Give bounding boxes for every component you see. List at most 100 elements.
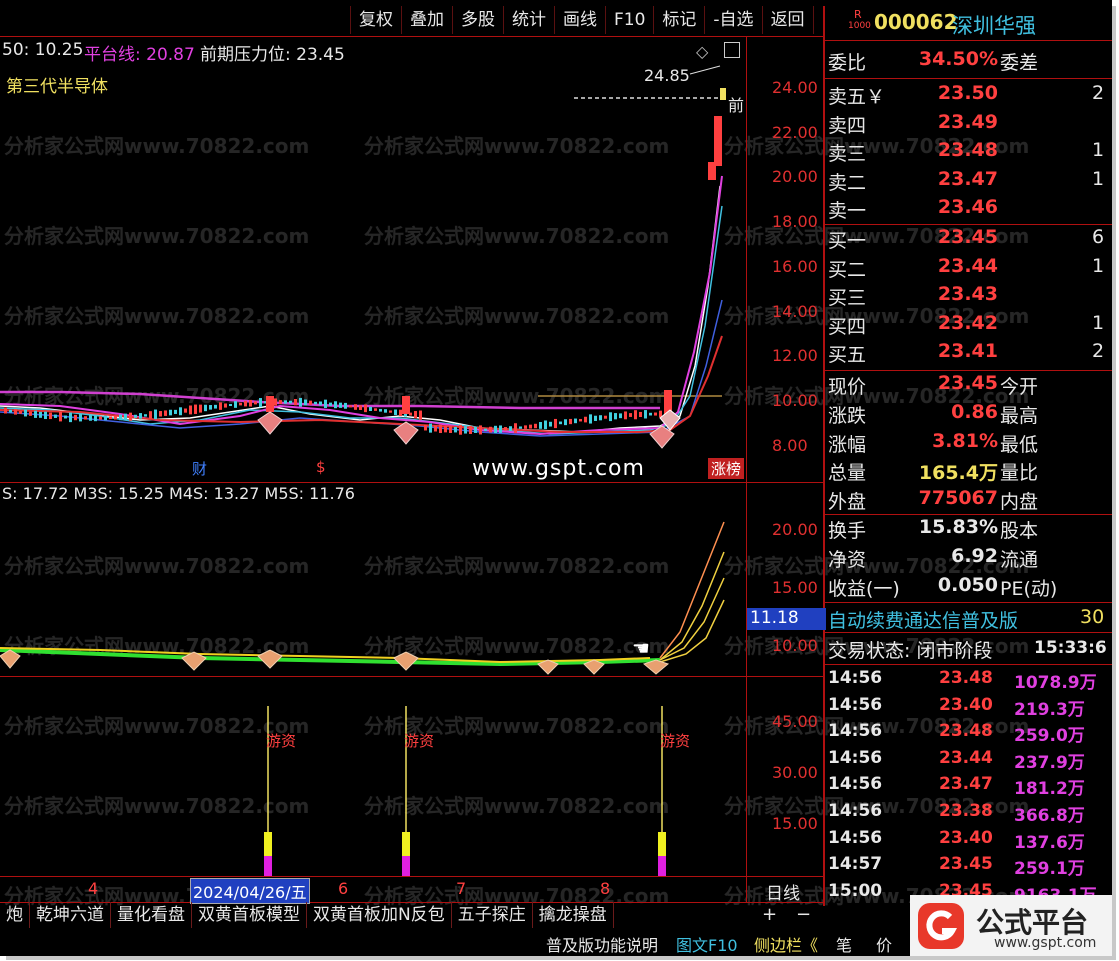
orderbook-row-sell[interactable]: 卖三 23.48 1 bbox=[824, 139, 1112, 167]
toolbar-f10-button[interactable]: F10 bbox=[606, 6, 655, 34]
toolbar-stats-button[interactable]: 统计 bbox=[504, 6, 555, 34]
candle bbox=[414, 410, 417, 419]
logo-icon bbox=[918, 903, 964, 949]
tick-price: 23.48 bbox=[939, 668, 993, 688]
orderbook-row-sell[interactable]: 卖二 23.47 1 bbox=[824, 168, 1112, 196]
candle bbox=[389, 410, 392, 413]
toolbar-watchlist-button[interactable]: -自选 bbox=[705, 6, 763, 34]
stat-label: 换手 bbox=[828, 520, 867, 542]
tab-jia[interactable]: 价 bbox=[876, 932, 892, 956]
tick-row[interactable]: 14:56 23.44 237.9万 bbox=[824, 748, 1112, 774]
candle bbox=[124, 413, 127, 421]
candle bbox=[189, 405, 192, 415]
orderbook-row-sell[interactable]: 卖五￥ 23.50 2 bbox=[824, 82, 1112, 110]
tab-qinlong[interactable]: 擒龙操盘 bbox=[533, 902, 614, 928]
price-axis-label: 8.00 bbox=[772, 435, 808, 455]
tick-price: 23.40 bbox=[939, 694, 993, 715]
orderbook-row-buy[interactable]: 买四 23.42 1 bbox=[824, 312, 1112, 340]
promo-text[interactable]: 自动续费通达信普及版 bbox=[828, 606, 1018, 633]
stat-row: 涨幅 3.81% 最低 bbox=[824, 430, 1112, 458]
toolbar-overlay-button[interactable]: 叠加 bbox=[402, 6, 453, 34]
tab-shuanghuang[interactable]: 双黄首板模型 bbox=[192, 902, 307, 928]
tab-sidebar[interactable]: 侧边栏《 bbox=[754, 932, 818, 956]
zoom-in-button[interactable]: + bbox=[762, 904, 777, 925]
candle bbox=[119, 414, 122, 421]
tick-row[interactable]: 14:56 23.48 1078.9万 bbox=[824, 668, 1112, 694]
selected-date[interactable]: 2024/04/26/五 bbox=[190, 878, 310, 904]
candle bbox=[639, 411, 642, 418]
divider bbox=[824, 224, 1112, 225]
finance-marker[interactable]: 财 bbox=[192, 458, 207, 479]
tab-f10[interactable]: 图文F10 bbox=[676, 932, 738, 956]
candle bbox=[89, 415, 92, 421]
indicator-axis-label: 10.00 bbox=[772, 636, 818, 655]
candle bbox=[599, 415, 602, 421]
orderbook-row-buy[interactable]: 买一 23.45 6 bbox=[824, 226, 1112, 254]
date-tick: 4 bbox=[88, 879, 99, 898]
divider bbox=[824, 78, 1112, 79]
signal-label: 游资 bbox=[266, 732, 297, 750]
tab-wuzi[interactable]: 五子探庄 bbox=[452, 902, 533, 928]
candle bbox=[4, 407, 7, 414]
orderbook-price: 23.43 bbox=[937, 283, 998, 306]
tick-volume: 137.6万 bbox=[1014, 832, 1085, 853]
tick-row[interactable]: 14:56 23.40 137.6万 bbox=[824, 828, 1112, 854]
toolbar-draw-button[interactable]: 画线 bbox=[555, 6, 606, 34]
tick-price: 23.45 bbox=[939, 854, 993, 875]
tick-row[interactable]: 14:56 23.48 259.0万 bbox=[824, 721, 1112, 747]
price-axis-label: 14.00 bbox=[772, 301, 818, 321]
badge-top: R bbox=[854, 8, 862, 21]
divider bbox=[824, 370, 1112, 371]
candle bbox=[584, 416, 587, 423]
toolbar-multi-stock-button[interactable]: 多股 bbox=[453, 6, 504, 34]
tick-row[interactable]: 14:56 23.40 219.3万 bbox=[824, 695, 1112, 721]
period-selector[interactable]: 日线 bbox=[766, 879, 800, 904]
candle bbox=[319, 401, 322, 406]
stat-value: 0.050 bbox=[937, 573, 998, 596]
candle bbox=[314, 401, 317, 405]
orderbook-row-buy[interactable]: 买二 23.44 1 bbox=[824, 255, 1112, 283]
candle bbox=[59, 411, 62, 422]
divider bbox=[824, 664, 1112, 665]
tab-shuanghuang-n[interactable]: 双黄首板加N反包 bbox=[307, 902, 452, 928]
weibi-value: 34.50% bbox=[918, 48, 998, 70]
orderbook-price: 23.50 bbox=[937, 82, 998, 104]
toolbar-fuquan-button[interactable]: 复权 bbox=[350, 6, 402, 34]
tick-row[interactable]: 14:56 23.38 366.8万 bbox=[824, 801, 1112, 827]
candle bbox=[399, 409, 402, 417]
stat-label-2: PE(动) bbox=[1000, 577, 1058, 600]
tab-help[interactable]: 普及版功能说明 bbox=[546, 932, 658, 956]
tab-qiankun[interactable]: 乾坤六道 bbox=[30, 902, 111, 928]
orderbook-extra: 1 bbox=[1092, 254, 1105, 277]
tab-bi[interactable]: 笔 bbox=[836, 932, 852, 956]
orderbook-row-buy[interactable]: 买五 23.41 2 bbox=[824, 340, 1112, 368]
signal-chart[interactable] bbox=[0, 676, 746, 876]
candle bbox=[34, 410, 37, 418]
orderbook-row-sell[interactable]: 卖一 23.46 bbox=[824, 196, 1112, 224]
candlestick-chart[interactable] bbox=[0, 36, 746, 482]
stat-value: 165.4万 bbox=[918, 462, 998, 485]
divider bbox=[824, 602, 1112, 603]
candle bbox=[444, 426, 447, 433]
tick-volume: 1078.9万 bbox=[1014, 673, 1097, 693]
dollar-marker[interactable]: $ bbox=[316, 458, 326, 476]
tab-pao[interactable]: 炮 bbox=[0, 902, 30, 928]
orderbook-row-buy[interactable]: 买三 23.43 bbox=[824, 283, 1112, 311]
candle bbox=[474, 426, 477, 434]
stat-label: 收益(一) bbox=[828, 577, 900, 600]
tick-price: 23.47 bbox=[939, 774, 993, 795]
candle bbox=[259, 398, 262, 408]
orderbook-label: 买二 bbox=[828, 258, 867, 281]
tick-row[interactable]: 14:57 23.45 259.1万 bbox=[824, 854, 1112, 880]
candle bbox=[609, 412, 612, 422]
orderbook-label: 买五 bbox=[828, 344, 867, 367]
candle bbox=[479, 425, 482, 435]
orderbook-row-sell[interactable]: 卖四 23.49 bbox=[824, 111, 1112, 139]
zhangbang-badge[interactable]: 涨榜 bbox=[708, 458, 745, 479]
tick-row[interactable]: 14:56 23.47 181.2万 bbox=[824, 774, 1112, 800]
toolbar-mark-button[interactable]: 标记 bbox=[654, 6, 706, 34]
tab-lianghua[interactable]: 量化看盘 bbox=[111, 902, 192, 928]
toolbar-back-button[interactable]: 返回 bbox=[762, 6, 814, 34]
zoom-out-button[interactable]: − bbox=[796, 904, 811, 925]
signal-axis-label: 30.00 bbox=[772, 763, 818, 782]
